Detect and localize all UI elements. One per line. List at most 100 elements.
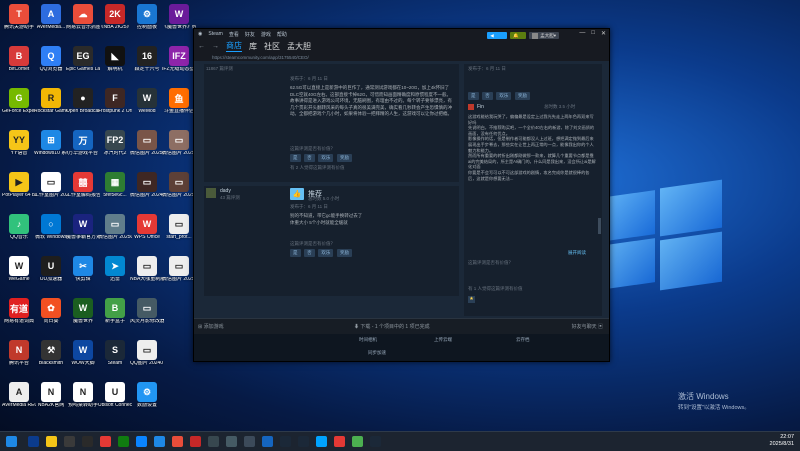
desktop-icon[interactable]: ▭微信图片 2025040... xyxy=(162,172,196,208)
desktop-icon[interactable]: ⚒ Blacksmith xyxy=(34,340,68,376)
vote-funny-button[interactable]: 欢乐 xyxy=(318,154,334,162)
expand-link[interactable]: 展开阅读 xyxy=(568,250,586,256)
desktop-icon[interactable]: ♪ QQ音乐 xyxy=(2,214,36,250)
desktop-icon[interactable]: U Ubisoft Connect xyxy=(98,382,132,418)
app-icon[interactable] xyxy=(82,436,93,447)
vote-no-button[interactable]: 否 xyxy=(304,249,315,257)
desktop-icon[interactable]: ⊞Windows10 系统激活工具 xyxy=(34,130,68,166)
desktop-icon[interactable]: W《魔兽世界》经典怀旧服 xyxy=(162,4,196,40)
friends-chat-button[interactable]: 好友与聊天 ▣ xyxy=(572,323,603,330)
download-status[interactable]: ⬇ 下载 - 1 个项目中的 1 项已完成 xyxy=(354,323,430,330)
desktop-icon[interactable]: ◣ 解明机 xyxy=(98,46,132,82)
app-icon[interactable] xyxy=(208,436,219,447)
app-icon[interactable] xyxy=(100,436,111,447)
desktop-icon[interactable]: ▭NBA大咖重制版V9 xyxy=(130,256,164,292)
vote-yes-button[interactable]: 是 xyxy=(468,92,479,100)
desktop-icon[interactable]: ☁网易云音乐抓图器 xyxy=(66,4,100,40)
desktop-icon[interactable]: AAVerMedia RECentral 4 xyxy=(2,382,36,418)
desktop-icon[interactable]: N NBA2K官网 xyxy=(34,382,68,418)
xbox-icon[interactable] xyxy=(118,436,129,447)
app-icon[interactable] xyxy=(334,436,345,447)
app-icon[interactable] xyxy=(352,436,363,447)
avatar[interactable] xyxy=(468,104,474,110)
award-button[interactable]: 奖励 xyxy=(337,154,353,162)
bottom-item[interactable]: 时间相机 xyxy=(359,337,377,343)
desktop-icon[interactable]: W WOW大脚 xyxy=(66,340,100,376)
vote-no-button[interactable]: 否 xyxy=(304,154,315,162)
desktop-icon[interactable]: 2K 《NBA 2K25》 xyxy=(98,4,132,40)
desktop-icon[interactable]: 囍工作室解码报告 xyxy=(66,172,100,208)
bottom-item[interactable]: 同步加速 xyxy=(368,350,386,356)
desktop-icon[interactable]: ▭ start_prot... xyxy=(162,214,196,250)
desktop-icon[interactable]: W魔兽争霸官方对战平台 xyxy=(66,214,100,250)
steam-window[interactable]: ◉ Steam 查看 好友 游戏 帮助 ◀ 🔔 孟大胆 ▾ — □ ✕ ← → 商… xyxy=(193,28,610,362)
desktop-icon[interactable]: N 腾讯平台 xyxy=(2,340,36,376)
desktop-icon[interactable]: ▭微信图片 20241001... xyxy=(130,172,164,208)
desktop-icon[interactable]: ○ 微软 Windows xyxy=(34,214,68,250)
tab-community[interactable]: 社区 xyxy=(264,41,280,52)
app-icon[interactable] xyxy=(280,436,291,447)
desktop-icon[interactable]: ▭微信图片 20250... xyxy=(162,256,196,292)
notification-bell-icon[interactable]: 🔔 xyxy=(510,32,527,39)
search-icon[interactable] xyxy=(28,436,39,447)
desktop-icon[interactable]: U UU加速器 xyxy=(34,256,68,292)
menu-view[interactable]: 查看 xyxy=(229,31,239,38)
desktop-icon[interactable]: ▭ 风灵月影修改器 xyxy=(130,298,164,334)
vote-funny-button[interactable]: 欢乐 xyxy=(318,249,334,257)
desktop-icon[interactable]: 16 森定十六号 xyxy=(130,46,164,82)
reviewer-name[interactable]: Fin xyxy=(477,104,484,110)
desktop-icon[interactable]: ▭QQ图片 202407... xyxy=(130,340,164,376)
wps-icon[interactable] xyxy=(190,436,201,447)
app-icon[interactable] xyxy=(172,436,183,447)
desktop-icon[interactable]: ▭微信图片 20250... xyxy=(130,130,164,166)
app-icon[interactable] xyxy=(244,436,255,447)
desktop-icon[interactable]: S Steam xyxy=(98,340,132,376)
minimize-icon[interactable]: — xyxy=(579,30,585,37)
taskview-icon[interactable] xyxy=(64,436,75,447)
app-icon[interactable] xyxy=(370,436,381,447)
desktop-icon[interactable]: W 魔兽世界 xyxy=(66,298,100,334)
desktop-icon[interactable]: B BitComet xyxy=(2,46,36,82)
reviewer-name[interactable]: dady xyxy=(220,188,231,194)
bottom-item[interactable]: 云存档 xyxy=(516,337,530,343)
file-explorer-icon[interactable] xyxy=(46,436,57,447)
desktop-icon[interactable]: ✿ 向日葵 xyxy=(34,298,68,334)
desktop-icon[interactable]: ▶ PotPlayer 64 bit xyxy=(2,172,36,208)
menu-help[interactable]: 帮助 xyxy=(277,31,287,38)
close-icon[interactable]: ✕ xyxy=(601,30,606,37)
edge-icon[interactable] xyxy=(136,436,147,447)
desktop-icon[interactable]: B 新手盒子 xyxy=(98,298,132,334)
tab-profile[interactable]: 孟大胆 xyxy=(287,41,311,52)
start-icon[interactable] xyxy=(6,436,17,447)
award-button[interactable]: 奖励 xyxy=(337,249,353,257)
desktop-icon[interactable]: W WeGame xyxy=(2,256,36,292)
desktop-icon[interactable]: IFZIFZ无缝动态壁纸软件 xyxy=(162,46,196,82)
vote-yes-button[interactable]: 是 xyxy=(290,154,301,162)
desktop-icon[interactable]: ✂ 快剪辑 xyxy=(66,256,100,292)
scrollbar-thumb[interactable] xyxy=(598,218,601,234)
address-bar[interactable]: https://steamcommunity.com/app/3175540/C… xyxy=(194,53,609,61)
desktop-icon[interactable]: FFrostpunk 2 Original S... xyxy=(98,88,132,124)
desktop-icon[interactable]: YY YY语音 xyxy=(2,130,36,166)
tab-library[interactable]: 库 xyxy=(249,41,257,52)
maximize-icon[interactable]: □ xyxy=(591,30,595,37)
app-icon[interactable] xyxy=(154,436,165,447)
tab-store[interactable]: 商店 xyxy=(226,40,242,52)
desktop-icon[interactable]: EGEpic Games Launcher xyxy=(66,46,100,82)
menu-friends[interactable]: 好友 xyxy=(245,31,255,38)
desktop-icon[interactable]: ➤ 迅雷 xyxy=(98,256,132,292)
add-game-button[interactable]: ⊞ 添加游戏 xyxy=(198,323,224,330)
desktop-icon[interactable]: ●Open Broadcast... xyxy=(66,88,100,124)
menu-steam[interactable]: Steam xyxy=(208,31,222,37)
desktop-icon[interactable]: A AVerMedia... xyxy=(34,4,68,40)
broadcast-button[interactable]: ◀ xyxy=(487,32,508,39)
desktop-icon[interactable]: ⚙ 控制面板 xyxy=(130,4,164,40)
app-icon[interactable] xyxy=(262,436,273,447)
desktop-icon[interactable]: FP2 冰汽时代2 xyxy=(98,130,132,166)
avatar[interactable] xyxy=(206,188,216,198)
desktop-icon[interactable]: ▭微信图片 2025032... xyxy=(162,130,196,166)
desktop-icon[interactable]: GGeForce Experience xyxy=(2,88,36,124)
vote-funny-button[interactable]: 欢乐 xyxy=(496,92,512,100)
desktop-icon[interactable]: 万万华游戏平台 xyxy=(66,130,100,166)
desktop-icon[interactable]: ⚙ 数励设置 xyxy=(130,382,164,418)
